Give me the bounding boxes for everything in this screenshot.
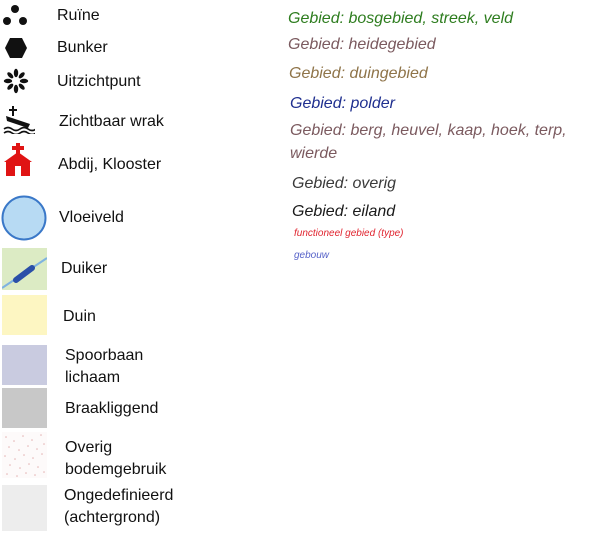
area-berg: Gebied: berg, heuvel, kaap, hoek, terp, … xyxy=(290,122,567,162)
spoorbaan-swatch xyxy=(2,345,47,385)
hexagon-icon xyxy=(5,38,27,58)
braak-swatch xyxy=(2,388,47,428)
duin-swatch xyxy=(2,295,47,335)
legend-label-ruine: Ruïne xyxy=(57,7,100,24)
legend-label-duin: Duin xyxy=(63,308,96,325)
legend-label-spoorbaan: Spoorbaan lichaam xyxy=(65,347,144,386)
legend-label-bunker: Bunker xyxy=(57,39,108,56)
area-functioneel: functioneel gebied (type) xyxy=(294,228,404,239)
area-bos: Gebied: bosgebied, streek, veld xyxy=(288,10,514,27)
legend-label-wrak: Zichtbaar wrak xyxy=(59,113,164,130)
legend-label-vloeiveld: Vloeiveld xyxy=(59,209,124,226)
area-polder: Gebied: polder xyxy=(290,95,395,112)
legend-label-ongedefinieerd: Ongedefinieerd (achtergrond) xyxy=(64,487,174,526)
wreck-icon xyxy=(3,106,35,134)
area-eiland: Gebied: eiland xyxy=(292,203,396,220)
church-icon xyxy=(4,143,32,176)
dots-cluster-icon xyxy=(3,5,27,25)
area-heide: Gebied: heidegebied xyxy=(288,36,436,53)
legend-label-braak: Braakliggend xyxy=(65,400,159,417)
legend-label-abdij: Abdij, Klooster xyxy=(58,156,162,173)
viewpoint-star-icon xyxy=(3,68,29,94)
legend-label-uitzichtpunt: Uitzichtpunt xyxy=(57,73,141,90)
area-duin: Gebied: duingebied xyxy=(289,65,428,82)
ongedefinieerd-swatch xyxy=(2,485,47,531)
overig-swatch xyxy=(2,432,47,478)
legend-label-duiker: Duiker xyxy=(61,260,108,277)
area-gebouw: gebouw xyxy=(294,250,330,261)
area-overig: Gebied: overig xyxy=(292,175,397,192)
legend-label-overig: Overig bodemgebruik xyxy=(65,439,167,478)
duiker-swatch xyxy=(2,248,47,290)
vloeiveld-swatch xyxy=(1,195,47,241)
